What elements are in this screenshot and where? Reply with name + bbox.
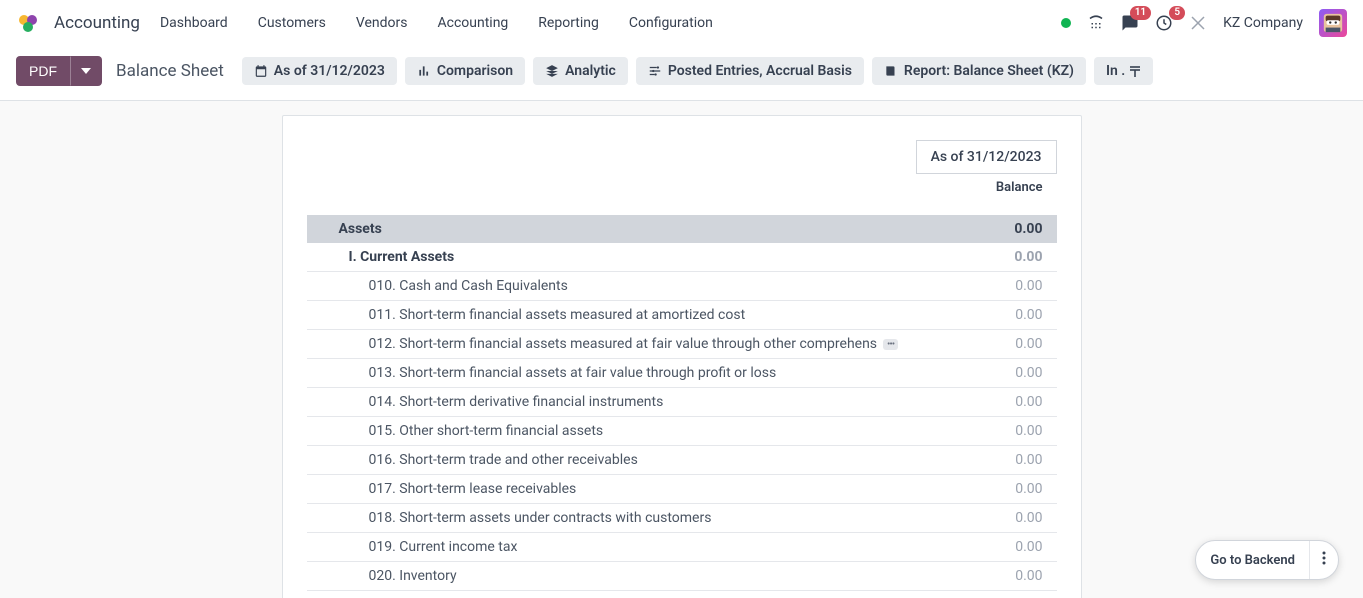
menu-dashboard[interactable]: Dashboard [160, 15, 228, 31]
report-filter-label: Report: Balance Sheet (KZ) [904, 63, 1074, 79]
voip-icon[interactable] [1087, 15, 1105, 31]
row-label[interactable]: 015. Other short-term financial assets [307, 423, 917, 439]
report-row: I. Current Assets0.00 [307, 243, 1057, 272]
navbar-right: 11 5 KZ Company [1061, 9, 1347, 37]
report-rows: Assets0.00I. Current Assets0.00010. Cash… [307, 215, 1057, 598]
calendar-icon [254, 64, 268, 78]
report-row: 012. Short-term financial assets measure… [307, 330, 1057, 359]
sliders-icon [648, 64, 662, 78]
row-amount[interactable]: 0.00 [917, 365, 1057, 381]
control-panel: PDF Balance Sheet As of 31/12/2023 Compa… [0, 46, 1363, 101]
pdf-button[interactable]: PDF [16, 56, 70, 86]
app-name[interactable]: Accounting [54, 13, 140, 33]
row-label[interactable]: 018. Short-term assets under contracts w… [307, 510, 917, 526]
menu-vendors[interactable]: Vendors [356, 15, 408, 31]
main-menu: Dashboard Customers Vendors Accounting R… [160, 15, 713, 31]
online-status-icon [1061, 18, 1071, 28]
report-row: 020. Inventory0.00 [307, 562, 1057, 591]
journals-filter-label: Posted Entries, Accrual Basis [668, 63, 852, 79]
main-navbar: Accounting Dashboard Customers Vendors A… [0, 0, 1363, 46]
truncated-icon[interactable]: ••• [883, 339, 898, 350]
row-label[interactable]: 019. Current income tax [307, 539, 917, 555]
date-filter-label: As of 31/12/2023 [274, 63, 385, 79]
report-scroll-area[interactable]: As of 31/12/2023 Balance Assets0.00I. Cu… [0, 101, 1363, 598]
breadcrumb: Balance Sheet [116, 61, 224, 81]
analytic-filter[interactable]: Analytic [533, 57, 628, 85]
report-row: 011. Short-term financial assets measure… [307, 301, 1057, 330]
user-avatar[interactable] [1319, 9, 1347, 37]
comparison-filter[interactable]: Comparison [405, 57, 525, 85]
report-row: 013. Short-term financial assets at fair… [307, 359, 1057, 388]
row-label[interactable]: 013. Short-term financial assets at fair… [307, 365, 917, 381]
report-row: Assets0.00 [307, 215, 1057, 243]
analytic-filter-label: Analytic [565, 63, 616, 79]
export-button-group: PDF [16, 56, 102, 86]
menu-accounting[interactable]: Accounting [437, 15, 508, 31]
report-row: 021. Biological assets0.00 [307, 591, 1057, 598]
comparison-filter-label: Comparison [437, 63, 513, 79]
row-amount[interactable]: 0.00 [917, 394, 1057, 410]
row-label[interactable]: 014. Short-term derivative financial ins… [307, 394, 917, 410]
row-label[interactable]: 020. Inventory [307, 568, 917, 584]
app-logo[interactable] [16, 11, 40, 35]
row-amount[interactable]: 0.00 [917, 336, 1057, 352]
messages-badge: 11 [1130, 6, 1151, 20]
currency-unit-label: In . [1106, 63, 1125, 79]
report-sheet: As of 31/12/2023 Balance Assets0.00I. Cu… [282, 115, 1082, 598]
backend-more-icon[interactable] [1309, 541, 1338, 579]
row-amount[interactable]: 0.00 [917, 568, 1057, 584]
menu-configuration[interactable]: Configuration [629, 15, 713, 31]
row-label[interactable]: 012. Short-term financial assets measure… [307, 336, 917, 352]
row-label[interactable]: Assets [307, 221, 917, 237]
row-amount[interactable]: 0.00 [917, 249, 1057, 265]
company-selector[interactable]: KZ Company [1223, 15, 1303, 31]
report-row: 019. Current income tax0.00 [307, 533, 1057, 562]
report-row: 014. Short-term derivative financial ins… [307, 388, 1057, 417]
export-dropdown-button[interactable] [70, 56, 102, 86]
menu-reporting[interactable]: Reporting [538, 15, 599, 31]
activities-icon[interactable]: 5 [1155, 14, 1173, 32]
report-row: 015. Other short-term financial assets0.… [307, 417, 1057, 446]
row-label[interactable]: 016. Short-term trade and other receivab… [307, 452, 917, 468]
bar-chart-icon [417, 64, 431, 78]
currency-unit[interactable]: In . [1094, 57, 1153, 85]
activities-badge: 5 [1169, 6, 1185, 20]
row-amount[interactable]: 0.00 [917, 423, 1057, 439]
row-amount[interactable]: 0.00 [917, 278, 1057, 294]
report-row: 018. Short-term assets under contracts w… [307, 504, 1057, 533]
messages-icon[interactable]: 11 [1121, 14, 1139, 32]
balance-column-header: Balance [307, 180, 1057, 195]
journals-filter[interactable]: Posted Entries, Accrual Basis [636, 57, 864, 85]
row-label[interactable]: I. Current Assets [307, 249, 917, 265]
go-to-backend-button[interactable]: Go to Backend [1195, 540, 1339, 580]
row-amount[interactable]: 0.00 [917, 539, 1057, 555]
row-label[interactable]: 011. Short-term financial assets measure… [307, 307, 917, 323]
layers-icon [545, 64, 559, 78]
report-date-box: As of 31/12/2023 [916, 140, 1057, 174]
book-icon [884, 64, 898, 78]
report-row: 010. Cash and Cash Equivalents0.00 [307, 272, 1057, 301]
row-label[interactable]: 017. Short-term lease receivables [307, 481, 917, 497]
go-to-backend-label: Go to Backend [1196, 543, 1309, 578]
date-filter[interactable]: As of 31/12/2023 [242, 57, 397, 85]
tenge-icon [1129, 65, 1141, 77]
report-filter[interactable]: Report: Balance Sheet (KZ) [872, 57, 1086, 85]
report-row: 017. Short-term lease receivables0.00 [307, 475, 1057, 504]
row-amount[interactable]: 0.00 [917, 481, 1057, 497]
menu-customers[interactable]: Customers [258, 15, 326, 31]
report-row: 016. Short-term trade and other receivab… [307, 446, 1057, 475]
row-label[interactable]: 010. Cash and Cash Equivalents [307, 278, 917, 294]
row-amount[interactable]: 0.00 [917, 307, 1057, 323]
row-amount[interactable]: 0.00 [917, 452, 1057, 468]
sheet-header: As of 31/12/2023 [307, 140, 1057, 174]
debug-icon[interactable] [1189, 14, 1207, 32]
row-amount[interactable]: 0.00 [917, 510, 1057, 526]
row-amount[interactable]: 0.00 [917, 221, 1057, 237]
